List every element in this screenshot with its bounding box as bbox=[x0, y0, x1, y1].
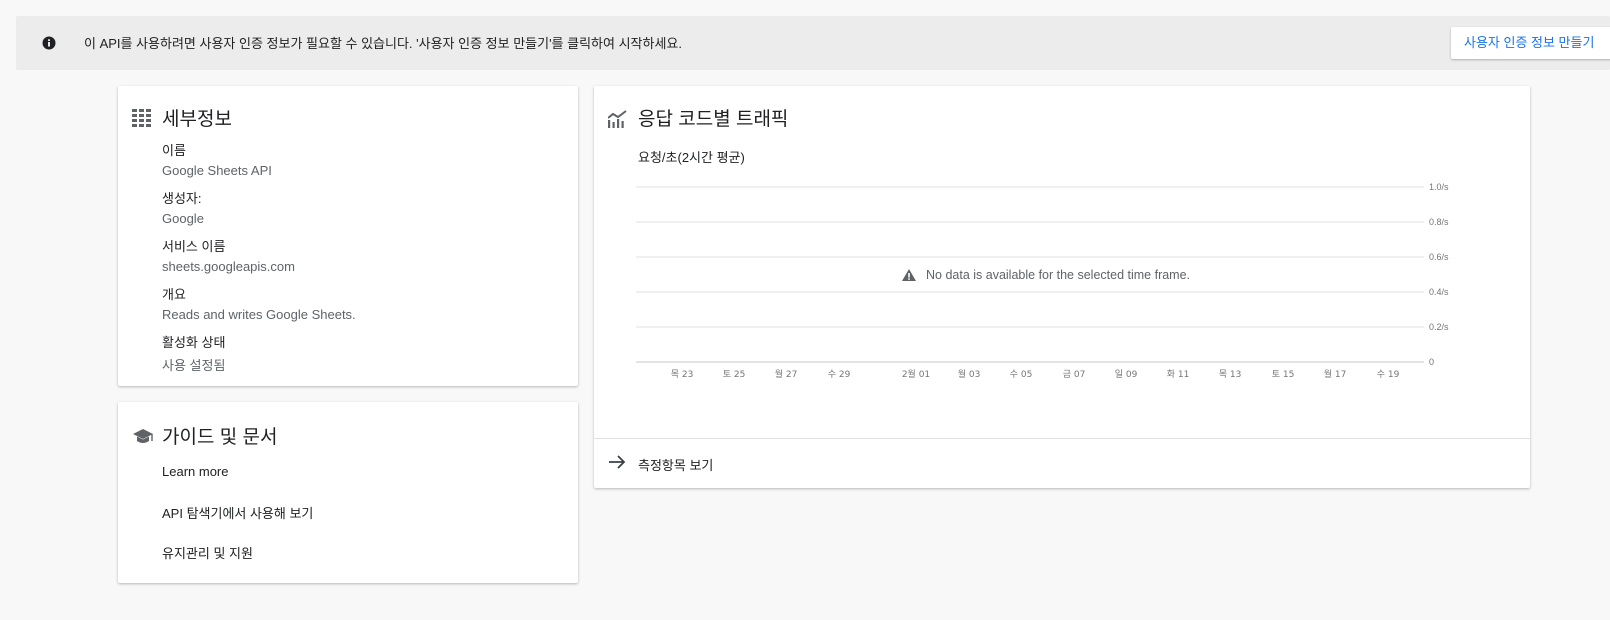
x-tick-label: 목 23 bbox=[671, 369, 694, 380]
x-tick-label: 화 11 bbox=[1167, 369, 1190, 380]
detail-value: Google Sheets API bbox=[162, 163, 272, 178]
view-metrics-link[interactable]: 측정항목 보기 bbox=[594, 438, 1530, 488]
traffic-chart: 1.0/s 0.8/s 0.6/s 0.4/s 0.2/s 0 목 23 토 25 월 27 수 … bbox=[636, 182, 1449, 380]
traffic-card: 응답 코드별 트래픽 요청/초(2시간 평균) 1.0/s 0.8/s 0.6/s 0… bbox=[594, 86, 1530, 488]
create-credentials-button[interactable]: 사용자 인증 정보 만들기 bbox=[1451, 27, 1610, 59]
detail-field-service-name: 서비스 이름 sheets.googleapis.com bbox=[162, 236, 295, 274]
guides-title: 가이드 및 문서 bbox=[162, 427, 278, 448]
detail-value: Google bbox=[162, 211, 204, 226]
y-tick-label: 0 bbox=[1429, 357, 1434, 367]
y-tick-label: 0.2/s bbox=[1429, 322, 1449, 332]
x-tick-label: 2월 01 bbox=[902, 368, 930, 380]
detail-label: 활성화 상태 bbox=[162, 335, 226, 350]
y-tick-label: 0.4/s bbox=[1429, 287, 1449, 297]
detail-value: sheets.googleapis.com bbox=[162, 259, 295, 274]
detail-field-creator: 생성자: Google bbox=[162, 188, 204, 226]
arrow-right-icon bbox=[609, 455, 626, 469]
x-tick-label: 토 25 bbox=[723, 370, 746, 380]
y-tick-label: 0.8/s bbox=[1429, 217, 1449, 227]
detail-label: 이름 bbox=[162, 143, 186, 158]
warning-icon-dot bbox=[908, 278, 910, 280]
detail-label: 서비스 이름 bbox=[162, 239, 226, 254]
graduation-cap-icon bbox=[133, 429, 153, 443]
x-tick-label: 월 27 bbox=[775, 368, 798, 380]
detail-field-status: 활성화 상태 사용 설정됨 bbox=[162, 332, 225, 374]
maintenance-support-link[interactable]: 유지관리 및 지원 bbox=[162, 543, 253, 562]
details-card: 세부정보 이름 Google Sheets API 생성자: Google 서비… bbox=[118, 86, 578, 386]
x-tick-label: 토 15 bbox=[1272, 370, 1295, 380]
learn-more-link[interactable]: Learn more bbox=[162, 464, 228, 479]
detail-value: 사용 설정됨 bbox=[162, 358, 226, 373]
details-grid-icon bbox=[132, 109, 151, 127]
x-tick-label: 월 03 bbox=[958, 368, 981, 380]
detail-field-name: 이름 Google Sheets API bbox=[162, 140, 272, 178]
y-tick-label: 0.6/s bbox=[1429, 252, 1449, 262]
detail-label: 생성자: bbox=[162, 191, 202, 206]
x-tick-label: 목 13 bbox=[1219, 369, 1242, 380]
x-tick-label: 월 17 bbox=[1324, 368, 1347, 380]
banner-message: 이 API를 사용하려면 사용자 인증 정보가 필요할 수 있습니다. '사용자… bbox=[84, 36, 682, 51]
detail-label: 개요 bbox=[162, 287, 186, 302]
no-data-message: No data is available for the selected ti… bbox=[926, 268, 1190, 282]
detail-value: Reads and writes Google Sheets. bbox=[162, 307, 356, 322]
warning-icon-bar bbox=[908, 273, 910, 278]
info-icon bbox=[42, 36, 56, 50]
api-explorer-link[interactable]: API 탐색기에서 사용해 보기 bbox=[162, 503, 313, 522]
x-tick-label: 수 19 bbox=[1377, 369, 1400, 380]
detail-field-overview: 개요 Reads and writes Google Sheets. bbox=[162, 284, 356, 322]
x-tick-label: 수 05 bbox=[1010, 369, 1033, 380]
x-tick-label: 일 09 bbox=[1115, 369, 1138, 380]
guides-card: 가이드 및 문서 Learn more API 탐색기에서 사용해 보기 유지관… bbox=[118, 402, 578, 583]
x-tick-label: 수 29 bbox=[828, 369, 851, 380]
credentials-banner: 이 API를 사용하려면 사용자 인증 정보가 필요할 수 있습니다. '사용자… bbox=[16, 16, 1610, 70]
y-tick-label: 1.0/s bbox=[1429, 182, 1449, 192]
view-metrics-label: 측정항목 보기 bbox=[638, 458, 714, 473]
details-title: 세부정보 bbox=[162, 109, 232, 130]
x-tick-label: 금 07 bbox=[1063, 369, 1086, 380]
